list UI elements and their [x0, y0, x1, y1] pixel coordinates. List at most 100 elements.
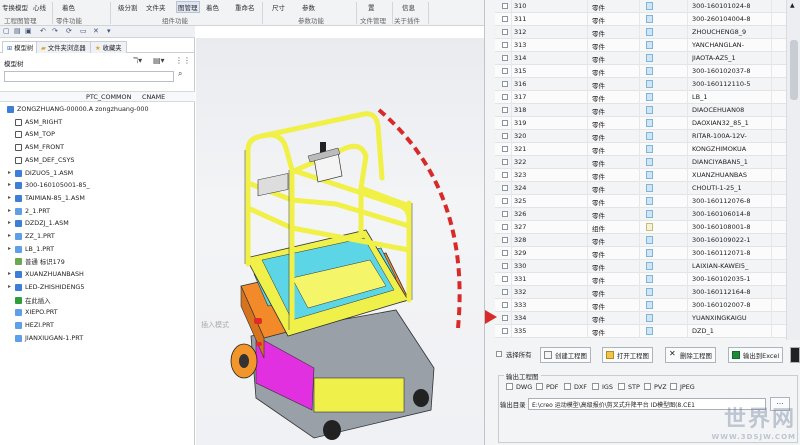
tree-row[interactable]: ASM_TOP	[0, 129, 195, 141]
row-checkbox[interactable]	[502, 55, 508, 61]
regenerate-icon[interactable]: ⟳	[66, 27, 72, 35]
table-row[interactable]: 314 零件 JIAOTA-AZ5_1	[495, 52, 800, 65]
tree-row[interactable]: ZONGZHUANG-00000.A zongzhuang-000	[0, 104, 195, 116]
more-button[interactable]	[790, 347, 800, 363]
tree-row[interactable]: ▸ XUANZHUANBASH	[0, 269, 195, 281]
table-row[interactable]: 310 零件 300-160101024-8	[495, 0, 800, 13]
tree-row[interactable]: ▸ DZDZJ_1.ASM	[0, 218, 195, 230]
table-row[interactable]: 323 零件 XUANZHUANBAS	[495, 169, 800, 182]
tree-row[interactable]: ▸ DIZUO5_1.ASM	[0, 168, 195, 180]
tab-folder-browser[interactable]: ▰ 文件夹浏览器	[36, 41, 91, 53]
tree-search-input[interactable]	[4, 71, 174, 82]
row-checkbox[interactable]	[502, 16, 508, 22]
table-row[interactable]: 318 零件 DIAOCEHUAN08	[495, 104, 800, 117]
table-row[interactable]: 329 零件 300-160112071-8	[495, 247, 800, 260]
row-checkbox[interactable]	[502, 120, 508, 126]
table-row[interactable]: 312 零件 ZHOUCHENG8_9	[495, 26, 800, 39]
open-drawing-button[interactable]: 打开工程图	[602, 347, 653, 363]
tree-row[interactable]: 普通 标识179	[0, 256, 195, 268]
table-row[interactable]: 324 零件 CHOUTI-1-25_1	[495, 182, 800, 195]
ribbon-item-level-split[interactable]: 级分割	[118, 2, 138, 12]
tree-row[interactable]: HEZI.PRT	[0, 320, 195, 332]
row-checkbox[interactable]	[502, 133, 508, 139]
tree-expand-icon[interactable]: ▸	[8, 207, 11, 214]
table-row[interactable]: 332 零件 300-160112164-8	[495, 286, 800, 299]
table-row[interactable]: 313 零件 YANCHANGLAN-	[495, 39, 800, 52]
export-excel-button[interactable]: 输出到Excel	[728, 347, 784, 363]
undo-icon[interactable]: ↶	[40, 27, 46, 35]
format-pdf-checkbox[interactable]: PDF	[536, 383, 558, 391]
table-row[interactable]: 315 零件 300-160102037-8	[495, 65, 800, 78]
tree-row[interactable]: ▸ 300-160105001-85_	[0, 180, 195, 192]
row-checkbox[interactable]	[502, 81, 508, 87]
row-checkbox[interactable]	[502, 94, 508, 100]
row-checkbox[interactable]	[502, 328, 508, 334]
table-row[interactable]: 321 零件 KONGZHIMOKUA	[495, 143, 800, 156]
tab-favorites[interactable]: ★ 收藏夹	[90, 41, 127, 53]
format-pvz-checkbox[interactable]: PVZ	[644, 383, 667, 391]
tree-row[interactable]: ▸ ZZ_1.PRT	[0, 231, 195, 243]
delete-drawing-button[interactable]: ✕ 删除工程图	[665, 347, 716, 363]
row-checkbox[interactable]	[502, 237, 508, 243]
row-checkbox[interactable]	[502, 276, 508, 282]
row-checkbox[interactable]	[502, 198, 508, 204]
ribbon-item-drawing-manage[interactable]: 图管理	[176, 1, 200, 13]
redo-icon[interactable]: ↷	[52, 27, 58, 35]
table-row[interactable]: 331 零件 300-160102035-1	[495, 273, 800, 286]
table-row[interactable]: 334 零件 YUANXINGKAIGU	[495, 312, 800, 325]
row-checkbox[interactable]	[502, 42, 508, 48]
tree-row[interactable]: ▸ LED-ZHISHIDENG5	[0, 282, 195, 294]
new-file-icon[interactable]: ▢	[3, 27, 10, 35]
format-dwg-checkbox[interactable]: DWG	[506, 383, 532, 391]
ribbon-item-centerline[interactable]: 心线	[33, 2, 46, 12]
table-row[interactable]: 326 零件 300-160106014-8	[495, 208, 800, 221]
tree-row[interactable]: ASM_FRONT	[0, 142, 195, 154]
table-row[interactable]: 316 零件 300-160112110-5	[495, 78, 800, 91]
row-checkbox[interactable]	[502, 185, 508, 191]
row-checkbox[interactable]	[502, 159, 508, 165]
row-checkbox[interactable]	[502, 263, 508, 269]
scrollbar-thumb[interactable]	[790, 40, 798, 100]
ribbon-item-settings[interactable]: 置	[368, 2, 375, 12]
tree-row[interactable]: 在此插入	[0, 295, 195, 307]
table-row[interactable]: 328 零件 300-160109022-1	[495, 234, 800, 247]
row-checkbox[interactable]	[502, 146, 508, 152]
tree-row[interactable]: JIANXIUGAN-1.PRT	[0, 333, 195, 345]
save-icon[interactable]: ▣	[25, 27, 32, 35]
table-scrollbar[interactable]: ▲	[786, 0, 800, 340]
ribbon-item-rename[interactable]: 重命名	[235, 2, 255, 12]
tree-filter-icon[interactable]: ℸ▾	[133, 56, 142, 65]
scroll-up-icon[interactable]: ▲	[790, 2, 795, 9]
window-icon[interactable]: ▭	[80, 27, 87, 35]
table-row[interactable]: 322 零件 DIANCIYABAN5_1	[495, 156, 800, 169]
tree-expand-icon[interactable]: ▸	[8, 169, 11, 176]
table-row[interactable]: 311 零件 300-260104004-8	[495, 13, 800, 26]
tree-settings-icon[interactable]: ▤▾	[153, 56, 165, 65]
tree-expand-icon[interactable]: ▸	[8, 283, 11, 290]
format-igs-checkbox[interactable]: IGS	[592, 383, 613, 391]
select-all-checkbox[interactable]	[496, 351, 502, 357]
tab-model-tree[interactable]: ⊞ 模型树	[2, 41, 39, 53]
tree-expand-icon[interactable]: ▸	[8, 194, 11, 201]
ribbon-item-dimension[interactable]: 尺寸	[272, 2, 285, 12]
create-drawing-button[interactable]: 创建工程图	[540, 347, 591, 363]
row-checkbox[interactable]	[502, 211, 508, 217]
table-row[interactable]: 327 组件 300-160108001-8	[495, 221, 800, 234]
column-ptc-common[interactable]: PTC_COMMON	[86, 93, 131, 101]
search-icon[interactable]: ⌕	[178, 69, 182, 79]
row-checkbox[interactable]	[502, 3, 508, 9]
row-checkbox[interactable]	[502, 29, 508, 35]
tree-columns-icon[interactable]: ⋮⋮	[175, 56, 191, 65]
table-row[interactable]: 325 零件 300-160112076-8	[495, 195, 800, 208]
row-checkbox[interactable]	[502, 68, 508, 74]
table-row[interactable]: 319 零件 DAOXIAN32_85_1	[495, 117, 800, 130]
table-row[interactable]: 320 零件 RITAR-100A-12V-	[495, 130, 800, 143]
format-jpeg-checkbox[interactable]: JPEG	[670, 383, 695, 391]
row-checkbox[interactable]	[502, 302, 508, 308]
ribbon-item-folder[interactable]: 文件夹	[146, 2, 166, 12]
tree-expand-icon[interactable]: ▸	[8, 270, 11, 277]
tree-expand-icon[interactable]: ▸	[8, 232, 11, 239]
ribbon-item-parameter[interactable]: 参数	[302, 2, 315, 12]
row-checkbox[interactable]	[502, 172, 508, 178]
row-checkbox[interactable]	[502, 315, 508, 321]
